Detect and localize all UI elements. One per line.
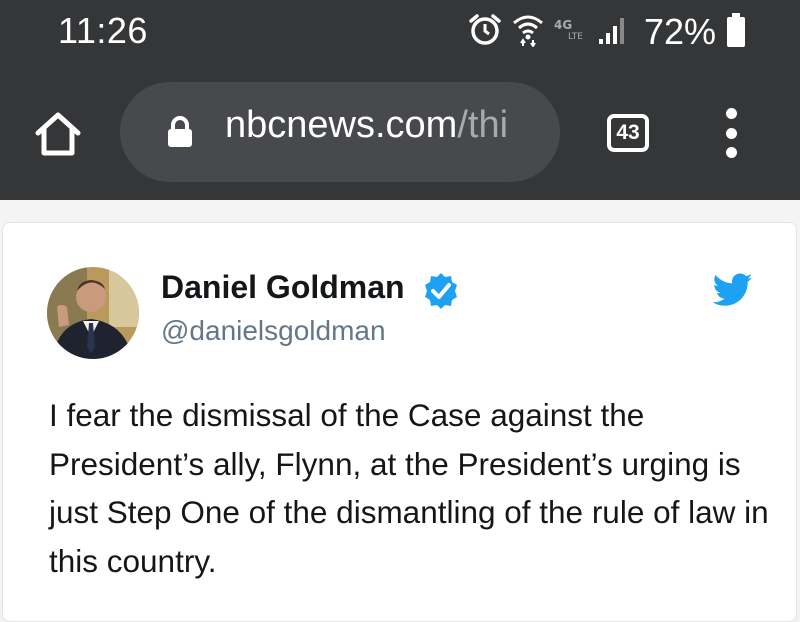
address-bar[interactable]: nbcnews.com/thi xyxy=(120,82,560,182)
more-vert-icon[interactable] xyxy=(718,108,744,158)
url-domain: nbcnews.com xyxy=(225,104,458,146)
tab-switcher-button[interactable]: 43 xyxy=(607,114,649,152)
alarm-icon xyxy=(468,13,502,52)
volte-icon: 4G LTE xyxy=(554,17,588,48)
status-bar: 11:26 4G LTE 72% xyxy=(0,0,800,70)
twitter-bird-icon[interactable] xyxy=(712,273,753,312)
wifi-icon xyxy=(512,13,544,52)
tweet-text: I fear the dismissal of the Case against… xyxy=(49,397,769,579)
status-icons: 4G LTE 72% xyxy=(468,11,746,53)
lock-icon[interactable] xyxy=(166,116,194,153)
avatar[interactable] xyxy=(47,267,139,359)
battery-percent: 72% xyxy=(643,11,716,52)
tweet-handle[interactable]: @danielsgoldman xyxy=(161,315,386,347)
url-text[interactable]: nbcnews.com/thi xyxy=(225,104,508,147)
home-button[interactable] xyxy=(32,110,84,162)
embedded-tweet[interactable]: Daniel Goldman @danielsgoldman I fear th… xyxy=(2,222,797,622)
status-time: 11:26 xyxy=(58,10,148,51)
signal-icon xyxy=(598,15,628,50)
svg-text:LTE: LTE xyxy=(568,32,583,42)
browser-toolbar: nbcnews.com/thi 43 xyxy=(0,70,800,200)
svg-text:4G: 4G xyxy=(554,18,572,32)
page-content: Daniel Goldman @danielsgoldman I fear th… xyxy=(0,200,800,622)
home-icon xyxy=(34,111,82,162)
tweet-author-name[interactable]: Daniel Goldman xyxy=(161,269,405,306)
url-path: /thi xyxy=(457,104,509,146)
verified-badge-icon xyxy=(421,271,461,316)
battery-icon xyxy=(726,12,746,53)
